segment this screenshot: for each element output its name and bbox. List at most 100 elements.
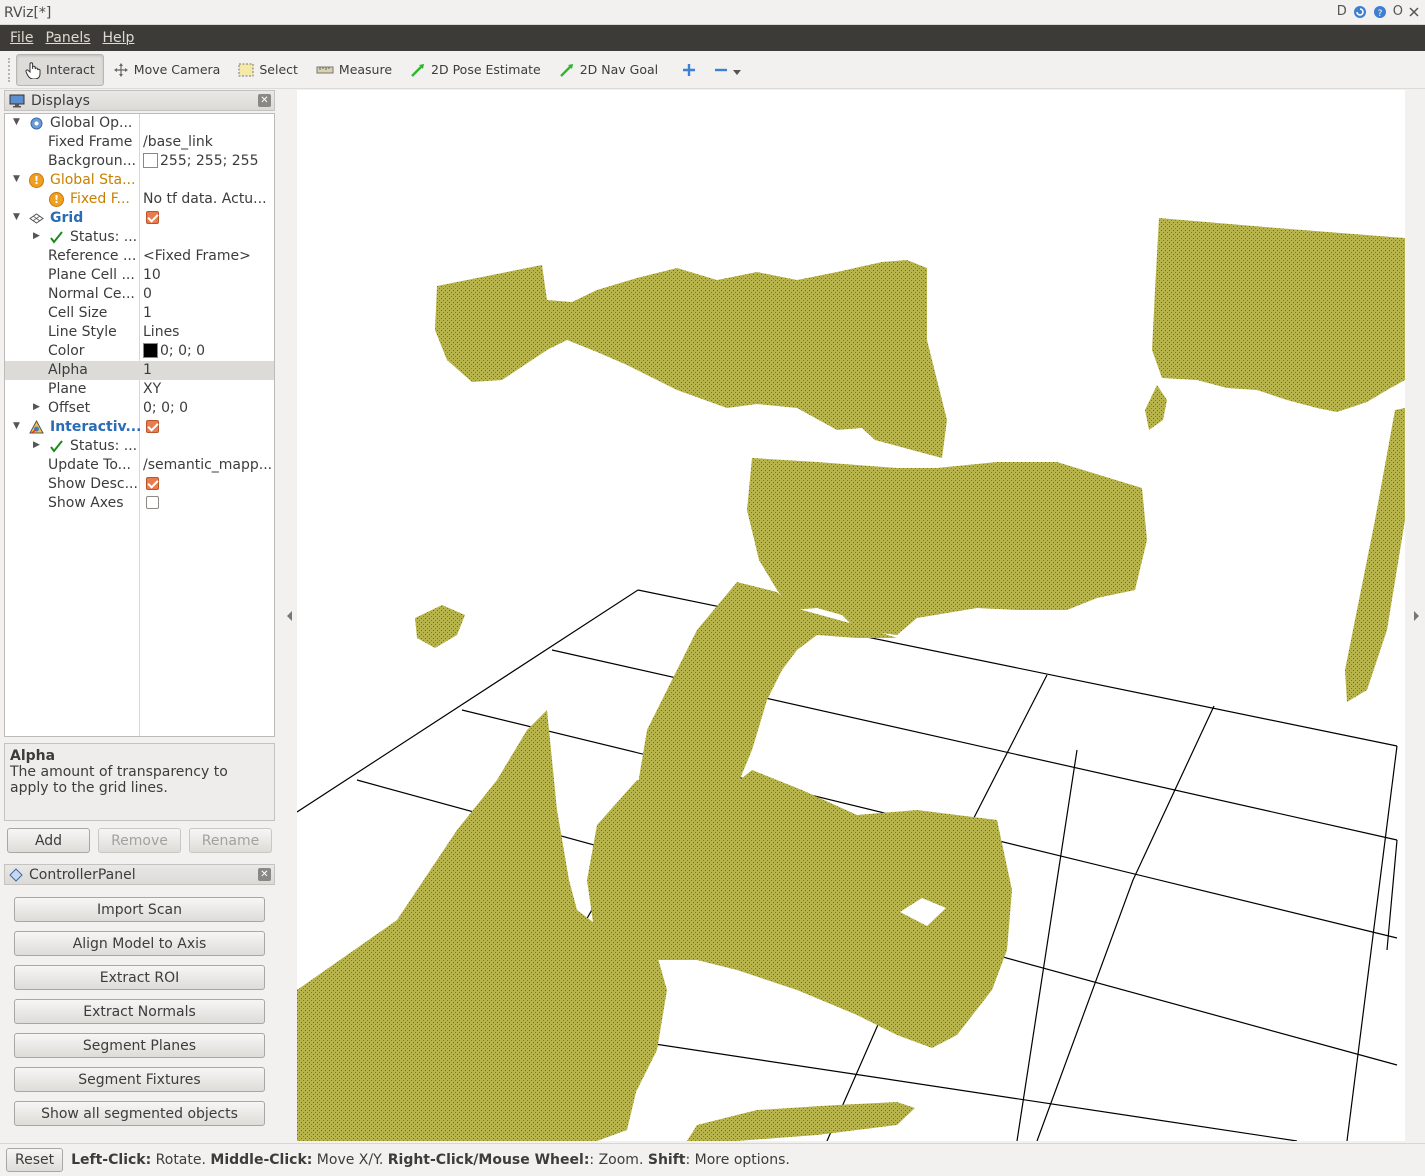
help-icon[interactable]: ? bbox=[1373, 5, 1387, 19]
dropdown-arrow-icon bbox=[733, 69, 742, 75]
expand-arrow-icon[interactable]: ▶ bbox=[33, 402, 40, 412]
nav-goal-tool-button[interactable]: 2D Nav Goal bbox=[550, 54, 667, 86]
tree-row-interactive-markers[interactable]: ▼ Interactiv... bbox=[5, 418, 274, 437]
warning-icon: ! bbox=[29, 173, 44, 188]
menu-file[interactable]: File bbox=[4, 30, 39, 46]
refresh-icon[interactable] bbox=[1353, 5, 1367, 19]
align-model-button[interactable]: Align Model to Axis bbox=[14, 931, 265, 956]
tree-row-fixed-frame[interactable]: Fixed Frame /base_link bbox=[5, 133, 274, 152]
tree-value[interactable]: 0; 0; 0 bbox=[143, 400, 273, 416]
remove-display-button[interactable]: Remove bbox=[98, 828, 181, 853]
displays-panel-title: Displays bbox=[31, 92, 90, 109]
tree-value[interactable]: XY bbox=[143, 381, 273, 397]
collapse-left-arrow-icon[interactable] bbox=[286, 611, 294, 621]
expand-arrow-icon[interactable]: ▼ bbox=[13, 117, 20, 127]
tree-label: Show Axes bbox=[48, 495, 124, 511]
remove-tool-button[interactable] bbox=[705, 54, 750, 86]
plus-icon bbox=[683, 63, 696, 76]
expand-arrow-icon[interactable]: ▼ bbox=[13, 212, 20, 222]
tree-label: Fixed F... bbox=[70, 191, 130, 207]
controller-panel-header: ControllerPanel ✕ bbox=[4, 864, 275, 885]
segment-planes-button[interactable]: Segment Planes bbox=[14, 1033, 265, 1058]
window-close-button[interactable]: O bbox=[1393, 4, 1403, 19]
point-cloud bbox=[297, 218, 1405, 1141]
close-icon[interactable] bbox=[1409, 6, 1419, 17]
render-viewport[interactable] bbox=[297, 90, 1405, 1141]
tree-row-normal-cell-count[interactable]: Normal Ce... 0 bbox=[5, 285, 274, 304]
tree-row-background-color[interactable]: Backgroun... 255; 255; 255 bbox=[5, 152, 274, 171]
tree-value-container bbox=[143, 419, 273, 435]
tree-row-show-descriptions[interactable]: Show Desc... bbox=[5, 475, 274, 494]
left-splitter-handle[interactable] bbox=[284, 90, 296, 1141]
add-display-button[interactable]: Add bbox=[7, 828, 90, 853]
diamond-icon bbox=[9, 867, 23, 882]
tree-value[interactable]: 1 bbox=[143, 305, 273, 321]
tree-value[interactable]: 10 bbox=[143, 267, 273, 283]
select-tool-button[interactable]: Select bbox=[229, 54, 307, 86]
hint-shift-val: : More options. bbox=[685, 1152, 790, 1168]
tree-row-plane[interactable]: Plane XY bbox=[5, 380, 274, 399]
show-descriptions-checkbox[interactable] bbox=[146, 477, 159, 490]
interact-tool-button[interactable]: Interact bbox=[16, 53, 104, 86]
displays-panel-header: Displays ✕ bbox=[4, 90, 275, 111]
pose-estimate-tool-button[interactable]: 2D Pose Estimate bbox=[401, 54, 550, 86]
tree-row-cell-size[interactable]: Cell Size 1 bbox=[5, 304, 274, 323]
tree-row-fixed-frame-status[interactable]: ! Fixed F... No tf data. Actu... bbox=[5, 190, 274, 209]
tree-row-update-topic[interactable]: Update To... /semantic_mapp... bbox=[5, 456, 274, 475]
displays-panel-close-button[interactable]: ✕ bbox=[258, 94, 271, 107]
add-tool-button[interactable] bbox=[673, 54, 705, 86]
toolbar-grip[interactable] bbox=[8, 57, 12, 82]
tree-value[interactable]: <Fixed Frame> bbox=[143, 248, 273, 264]
tree-row-global-status[interactable]: ▼ ! Global Sta... bbox=[5, 171, 274, 190]
measure-tool-button[interactable]: Measure bbox=[307, 54, 401, 86]
expand-arrow-icon[interactable]: ▼ bbox=[13, 421, 20, 431]
interact-label: Interact bbox=[46, 62, 95, 77]
tree-label: Interactiv... bbox=[50, 419, 142, 435]
color-swatch[interactable] bbox=[143, 343, 158, 358]
tree-value-container[interactable]: 255; 255; 255 bbox=[143, 153, 273, 169]
measure-label: Measure bbox=[338, 62, 393, 77]
tree-row-grid-status[interactable]: ▶ Status: ... bbox=[5, 228, 274, 247]
tree-row-show-axes[interactable]: Show Axes bbox=[5, 494, 274, 513]
extract-normals-button[interactable]: Extract Normals bbox=[14, 999, 265, 1024]
extract-roi-button[interactable]: Extract ROI bbox=[14, 965, 265, 990]
interactive-markers-enabled-checkbox[interactable] bbox=[146, 420, 159, 433]
select-rectangle-icon bbox=[238, 63, 254, 76]
rename-display-button[interactable]: Rename bbox=[189, 828, 272, 853]
reset-button[interactable]: Reset bbox=[6, 1148, 64, 1172]
tool-bar: Interact Move Camera Select Measure 2D P… bbox=[0, 51, 1425, 89]
show-axes-checkbox[interactable] bbox=[146, 496, 159, 509]
tree-row-color[interactable]: Color 0; 0; 0 bbox=[5, 342, 274, 361]
tree-value[interactable]: 0 bbox=[143, 286, 273, 302]
tree-row-line-style[interactable]: Line Style Lines bbox=[5, 323, 274, 342]
expand-arrow-icon[interactable]: ▶ bbox=[33, 440, 40, 450]
move-camera-tool-button[interactable]: Move Camera bbox=[104, 54, 230, 86]
tree-row-offset[interactable]: ▶ Offset 0; 0; 0 bbox=[5, 399, 274, 418]
menu-help[interactable]: Help bbox=[97, 30, 141, 46]
color-swatch[interactable] bbox=[143, 153, 158, 168]
scene-render[interactable] bbox=[297, 90, 1405, 1141]
expand-arrow-icon[interactable]: ▼ bbox=[13, 174, 20, 184]
tree-row-reference-frame[interactable]: Reference ... <Fixed Frame> bbox=[5, 247, 274, 266]
tree-row-alpha[interactable]: Alpha 1 bbox=[5, 361, 274, 380]
expand-arrow-icon[interactable]: ▶ bbox=[33, 231, 40, 241]
segment-fixtures-button[interactable]: Segment Fixtures bbox=[14, 1067, 265, 1092]
tree-value[interactable]: 1 bbox=[143, 362, 273, 378]
tree-row-global-options[interactable]: ▼ Global Op... bbox=[5, 114, 274, 133]
grid-enabled-checkbox[interactable] bbox=[146, 211, 159, 224]
tree-row-interactive-status[interactable]: ▶ Status: ... bbox=[5, 437, 274, 456]
show-segmented-objects-button[interactable]: Show all segmented objects bbox=[14, 1101, 265, 1126]
gear-icon bbox=[30, 117, 43, 130]
tree-value[interactable]: /semantic_mapp... bbox=[143, 457, 273, 473]
tree-value[interactable]: /base_link bbox=[143, 134, 273, 150]
tree-value-container[interactable]: 0; 0; 0 bbox=[143, 343, 273, 359]
tree-row-grid[interactable]: ▼ Grid bbox=[5, 209, 274, 228]
tree-value[interactable]: Lines bbox=[143, 324, 273, 340]
right-splitter-handle[interactable] bbox=[1408, 90, 1425, 1141]
menu-panels[interactable]: Panels bbox=[39, 30, 96, 46]
collapse-right-arrow-icon[interactable] bbox=[1412, 611, 1420, 621]
monitor-icon bbox=[9, 94, 25, 107]
controller-panel-close-button[interactable]: ✕ bbox=[258, 868, 271, 881]
tree-row-plane-cell-count[interactable]: Plane Cell ... 10 bbox=[5, 266, 274, 285]
import-scan-button[interactable]: Import Scan bbox=[14, 897, 265, 922]
